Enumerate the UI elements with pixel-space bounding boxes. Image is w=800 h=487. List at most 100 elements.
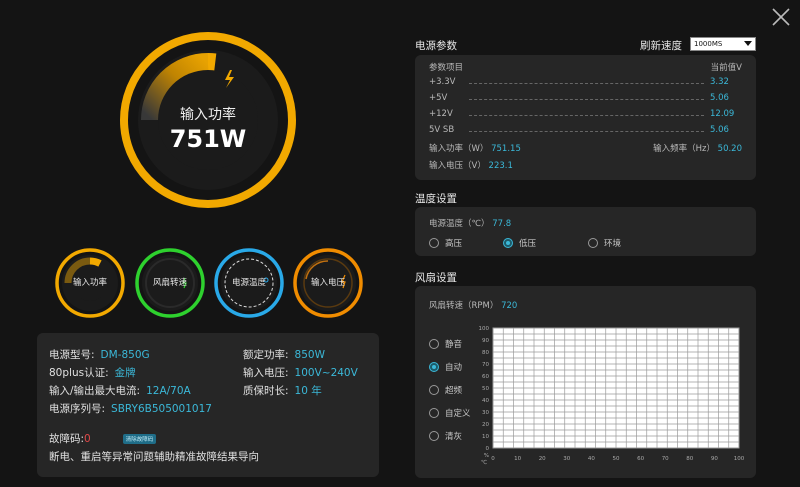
psu-temp-value: 77.8 <box>492 219 512 229</box>
chevron-down-icon <box>744 41 752 46</box>
big-gauge-value: 751W <box>169 125 247 153</box>
model-label: 电源型号: <box>49 349 95 361</box>
input-voltage-label: 输入电压: <box>243 367 289 379</box>
fan-mode-custom[interactable]: 自定义 <box>429 407 471 419</box>
radio-label: 超频 <box>445 386 463 396</box>
y-unit-label: % <box>484 453 489 459</box>
temperature-title: 温度设置 <box>415 193 457 205</box>
fan-mode-overclock[interactable]: 超频 <box>429 384 462 396</box>
param-name: +5V <box>429 93 448 103</box>
psu-temp-label: 电源温度（℃） <box>429 219 490 229</box>
max-current-row: 输入/输出最大电流: 12A/70A <box>49 383 191 398</box>
fan-mode-silent[interactable]: 静音 <box>429 338 462 350</box>
input-power-mini-gauge[interactable]: 输入功率 <box>54 247 126 319</box>
input-voltage-mini-gauge[interactable]: 输入电压 <box>292 247 364 319</box>
radio-icon <box>429 385 439 395</box>
y-tick-label: 90 <box>482 338 489 344</box>
mini-gauge-label: 输入电压 <box>310 278 345 288</box>
y-tick-label: 10 <box>482 434 489 440</box>
input-power-value: 751.15 <box>491 144 521 154</box>
y-tick-label: 80 <box>482 350 489 356</box>
param-row: +3.3V 3.32 <box>429 77 742 89</box>
y-tick-label: 70 <box>482 362 489 368</box>
input-voltage-param-row: 输入电压（V） 223.1 <box>429 159 742 171</box>
x-tick-label: 20 <box>539 456 546 462</box>
fan-mode-auto[interactable]: 自动 <box>429 361 462 373</box>
cert-row: 80plus认证: 金牌 <box>49 365 136 380</box>
radio-label: 低压 <box>519 239 537 249</box>
radio-label: 静音 <box>445 340 463 350</box>
close-icon <box>772 8 790 26</box>
input-freq-label: 输入频率（Hz） <box>653 144 715 154</box>
radio-icon <box>429 408 439 418</box>
power-params-panel: 参数项目 当前值V +3.3V 3.32 +5V 5.06 +12V 12.09 5V… <box>415 55 756 180</box>
fan-panel: 风扇转速（RPM） 720 静音 自动 超频 自定义 清灰 100 90 80 70 6… <box>415 286 756 478</box>
param-value: 12.09 <box>710 109 735 119</box>
y-tick-label: 40 <box>482 398 489 404</box>
radio-selected-icon <box>503 238 513 248</box>
radio-icon <box>429 339 439 349</box>
serial-row: 电源序列号: SBRY6B505001017 <box>49 401 212 416</box>
input-voltage-value: 100V~240V <box>294 367 358 379</box>
radio-label: 清灰 <box>445 432 463 442</box>
x-tick-label: 90 <box>711 456 718 462</box>
fan-speed-row: 风扇转速（RPM） 720 <box>429 299 742 311</box>
input-voltage-param-label: 输入电压（V） <box>429 161 486 171</box>
temp-option-high[interactable]: 高压 <box>429 237 462 249</box>
radio-label: 自动 <box>445 363 463 373</box>
rated-power-label: 额定功率: <box>243 349 289 361</box>
mini-gauge-label: 风扇转速 <box>152 278 187 288</box>
input-freq-value: 50.20 <box>717 144 742 154</box>
temp-option-low[interactable]: 低压 <box>503 237 536 249</box>
radio-label: 环境 <box>604 239 622 249</box>
radio-label: 自定义 <box>445 409 471 419</box>
max-current-value: 12A/70A <box>146 385 191 397</box>
radio-icon <box>429 238 439 248</box>
max-current-label: 输入/输出最大电流: <box>49 385 141 397</box>
serial-label: 电源序列号: <box>49 403 106 415</box>
cert-label: 80plus认证: <box>49 367 109 379</box>
params-header-value: 当前值V <box>710 63 742 73</box>
model-row: 电源型号: DM-850G <box>49 347 150 362</box>
x-tick-label: 40 <box>588 456 595 462</box>
radio-selected-icon <box>429 362 439 372</box>
close-button[interactable] <box>770 6 792 28</box>
rated-power-value: 850W <box>294 349 325 361</box>
model-value: DM-850G <box>100 349 150 361</box>
mini-gauge-label: 输入功率 <box>72 278 107 288</box>
x-tick-label: 30 <box>563 456 570 462</box>
refresh-speed-value: 1000MS <box>694 40 723 48</box>
fan-mode-clean[interactable]: 清灰 <box>429 430 462 442</box>
input-power-freq-row: 输入功率（W） 751.15 输入频率（Hz） 50.20 <box>429 142 742 154</box>
mini-gauge-label: 电源温度 <box>231 278 266 288</box>
y-tick-label: 100 <box>479 326 490 332</box>
refresh-speed-select[interactable]: 1000MS <box>690 37 756 51</box>
x-unit-label: ℃ <box>481 459 487 466</box>
clear-fault-button[interactable]: 清除故障码 <box>122 434 157 444</box>
fan-speed-mini-gauge[interactable]: 风扇转速 <box>134 247 206 319</box>
input-voltage-param-value: 223.1 <box>488 161 513 171</box>
y-tick-label: 30 <box>482 410 489 416</box>
input-voltage-row: 输入电压: 100V~240V <box>243 365 358 380</box>
x-tick-label: 0 <box>491 456 495 462</box>
radio-label: 高压 <box>445 239 463 249</box>
power-params-title: 电源参数 <box>415 40 457 52</box>
param-value: 5.06 <box>710 125 729 135</box>
x-tick-label: 60 <box>637 456 644 462</box>
params-header-name: 参数项目 <box>429 63 464 73</box>
warranty-row: 质保时长: 10 年 <box>243 383 322 398</box>
fan-speed-label: 风扇转速（RPM） <box>429 301 499 311</box>
input-power-gauge: 输入功率 751W <box>118 30 298 210</box>
fan-curve-chart[interactable]: 1009080706050403020100% 0 10 20 30 40 50 60 70 80… <box>473 324 749 466</box>
param-name: 5V SB <box>429 125 455 135</box>
warranty-label: 质保时长: <box>243 385 289 397</box>
device-info-panel: 电源型号: DM-850G 额定功率: 850W 80plus认证: 金牌 输入电压:… <box>37 333 379 477</box>
serial-value: SBRY6B505001017 <box>111 403 212 415</box>
temp-option-ambient[interactable]: 环境 <box>588 237 621 249</box>
y-tick-label: 60 <box>482 374 489 380</box>
psu-temp-mini-gauge[interactable]: 电源温度 <box>213 247 285 319</box>
x-tick-label: 70 <box>662 456 669 462</box>
fan-title: 风扇设置 <box>415 272 457 284</box>
param-row: +5V 5.06 <box>429 93 742 105</box>
param-name: +3.3V <box>429 77 456 87</box>
